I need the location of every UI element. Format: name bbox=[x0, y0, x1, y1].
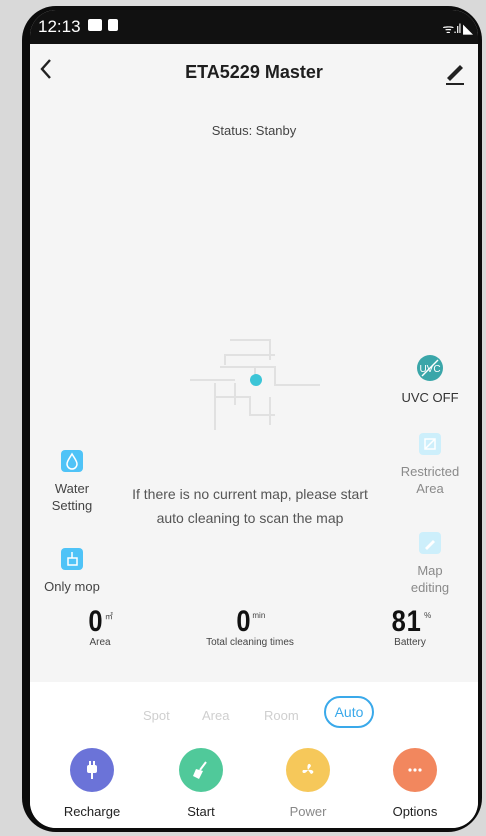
battery-stat: 81% Battery bbox=[360, 605, 460, 648]
area-value: 0 bbox=[88, 605, 104, 638]
uvc-toggle[interactable]: UVC UVC OFF bbox=[390, 355, 470, 406]
map-preview bbox=[190, 339, 320, 430]
cleaning-time-unit: min bbox=[252, 611, 266, 620]
water-label-2: Setting bbox=[51, 498, 93, 513]
cleaning-time-value: 0 bbox=[236, 605, 252, 638]
mode-room[interactable]: Room bbox=[264, 708, 299, 723]
battery-value: 81 bbox=[391, 605, 422, 638]
no-map-hint: If there is no current map, please start… bbox=[120, 482, 380, 530]
hint-line-2: auto cleaning to scan the map bbox=[156, 510, 344, 526]
restricted-label-2: Area bbox=[416, 481, 444, 496]
plug-icon bbox=[70, 748, 114, 792]
only-mop-label: Only mop bbox=[44, 579, 100, 594]
options-label: Options bbox=[392, 804, 438, 819]
page-title: ETA5229 Master bbox=[185, 62, 323, 82]
power-label: Power bbox=[289, 804, 327, 819]
pencil-icon bbox=[446, 65, 464, 85]
robot-position-dot bbox=[250, 374, 262, 386]
options-button[interactable]: Options bbox=[370, 748, 460, 819]
more-icon bbox=[393, 748, 437, 792]
start-button[interactable]: Start bbox=[156, 748, 246, 819]
cleaning-time-stat: 0min Total cleaning times bbox=[180, 605, 320, 648]
mode-area[interactable]: Area bbox=[202, 708, 229, 723]
svg-text:UVC: UVC bbox=[419, 364, 440, 375]
status-text: Status: Stanby bbox=[211, 123, 297, 138]
map-edit-label-1: Map bbox=[417, 563, 443, 578]
map-editing-button[interactable]: Map editing bbox=[390, 532, 470, 596]
hint-line-1: If there is no current map, please start bbox=[132, 486, 368, 502]
recharge-button[interactable]: Recharge bbox=[47, 748, 137, 819]
restricted-area-icon bbox=[419, 433, 441, 455]
power-button[interactable]: Power bbox=[263, 748, 353, 819]
mode-auto[interactable]: Auto bbox=[324, 696, 374, 728]
mop-icon bbox=[61, 548, 83, 570]
water-drop-icon bbox=[61, 450, 83, 472]
header: ETA5229 Master bbox=[30, 44, 478, 104]
storage-notification-icon bbox=[108, 19, 118, 31]
image-notification-icon bbox=[88, 19, 102, 31]
area-unit: ㎡ bbox=[104, 612, 113, 621]
mode-spot[interactable]: Spot bbox=[143, 708, 170, 723]
edit-button[interactable] bbox=[440, 56, 470, 86]
app-screen: 12:13 ᯤ.ıl ◣ ETA5229 Master Status: Stan… bbox=[30, 10, 478, 828]
area-stat: 0㎡ Area bbox=[50, 605, 150, 648]
restricted-label-1: Restricted bbox=[400, 464, 460, 479]
map-edit-label-2: editing bbox=[410, 580, 450, 595]
only-mop-button[interactable]: Only mop bbox=[32, 548, 112, 595]
restricted-area-button[interactable]: Restricted Area bbox=[390, 433, 470, 497]
control-panel: Spot Area Room Auto Recharge Start Power bbox=[30, 682, 478, 828]
status-time: 12:13 bbox=[38, 17, 81, 36]
start-label: Start bbox=[187, 804, 215, 819]
uvc-label: UVC OFF bbox=[401, 390, 459, 405]
signal-battery-indicators: ᯤ.ıl ◣ bbox=[442, 21, 473, 36]
battery-unit: % bbox=[424, 611, 432, 620]
water-setting-button[interactable]: Water Setting bbox=[32, 450, 112, 514]
water-label-1: Water bbox=[54, 481, 90, 496]
uvc-icon: UVC bbox=[417, 355, 443, 381]
map-edit-icon bbox=[419, 532, 441, 554]
recharge-label: Recharge bbox=[63, 804, 121, 819]
fan-icon bbox=[286, 748, 330, 792]
status-bar: 12:13 ᯤ.ıl ◣ bbox=[30, 10, 478, 44]
broom-icon bbox=[179, 748, 223, 792]
